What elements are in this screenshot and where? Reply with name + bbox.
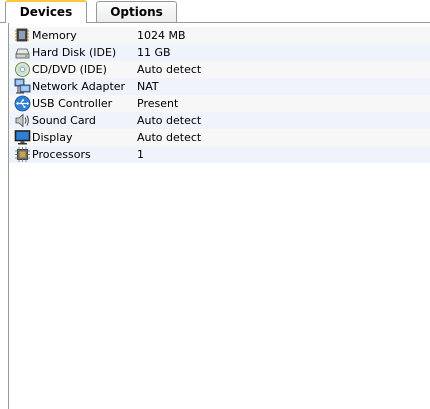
network-adapter-icon [14, 78, 31, 95]
tab-strip: Devices Options [0, 0, 430, 23]
monitor-icon [14, 129, 31, 146]
device-row-display[interactable]: Display Auto detect [9, 129, 430, 146]
device-name: Display [32, 131, 73, 144]
memory-chip-icon [14, 27, 31, 44]
device-name: Hard Disk (IDE) [32, 46, 117, 59]
device-value: 11 GB [137, 46, 171, 59]
device-name: Sound Card [32, 114, 96, 127]
hard-disk-icon [14, 44, 31, 61]
vm-settings-window: Devices Options Memory 1024 MB Hard Disk… [0, 0, 430, 409]
device-row-processors[interactable]: Processors 1 [9, 146, 430, 163]
device-row-cd-dvd[interactable]: CD/DVD (IDE) Auto detect [9, 61, 430, 78]
device-value: Auto detect [137, 131, 202, 144]
device-value: Auto detect [137, 63, 202, 76]
device-name: USB Controller [32, 97, 113, 110]
device-row-usb-controller[interactable]: USB Controller Present [9, 95, 430, 112]
device-row-hard-disk[interactable]: Hard Disk (IDE) 11 GB [9, 44, 430, 61]
device-name: Memory [32, 29, 77, 42]
device-row-sound-card[interactable]: Sound Card Auto detect [9, 112, 430, 129]
device-name: CD/DVD (IDE) [32, 63, 107, 76]
device-value: NAT [137, 80, 159, 93]
tab-options[interactable]: Options [96, 1, 177, 22]
tab-devices[interactable]: Devices [5, 0, 87, 23]
device-row-memory[interactable]: Memory 1024 MB [9, 27, 430, 44]
device-value: Auto detect [137, 114, 202, 127]
device-list: Memory 1024 MB Hard Disk (IDE) 11 GB CD/… [9, 27, 430, 163]
speaker-icon [14, 112, 31, 129]
usb-icon [14, 95, 31, 112]
device-name: Network Adapter [32, 80, 126, 93]
device-value: Present [137, 97, 179, 110]
device-row-network-adapter[interactable]: Network Adapter NAT [9, 78, 430, 95]
processor-chip-icon [14, 146, 31, 163]
device-value: 1024 MB [137, 29, 186, 42]
device-name: Processors [32, 148, 91, 161]
device-value: 1 [137, 148, 144, 161]
cd-dvd-icon [14, 61, 31, 78]
